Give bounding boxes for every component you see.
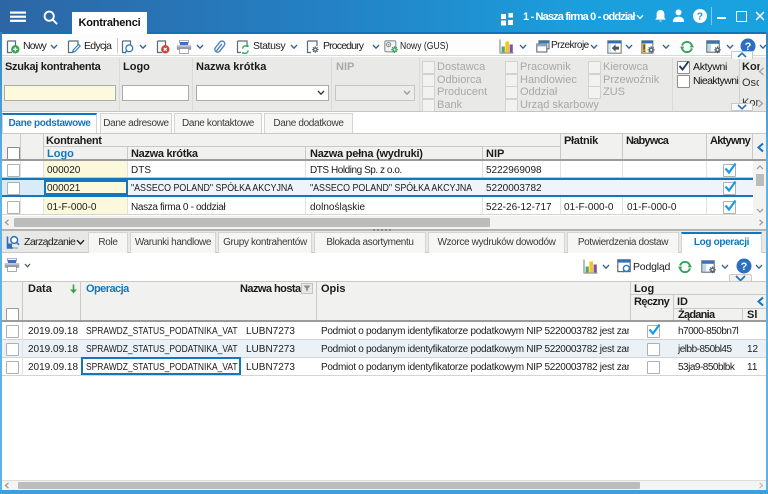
svg-text:?: ? bbox=[741, 261, 748, 273]
svg-text:?: ? bbox=[697, 11, 703, 23]
